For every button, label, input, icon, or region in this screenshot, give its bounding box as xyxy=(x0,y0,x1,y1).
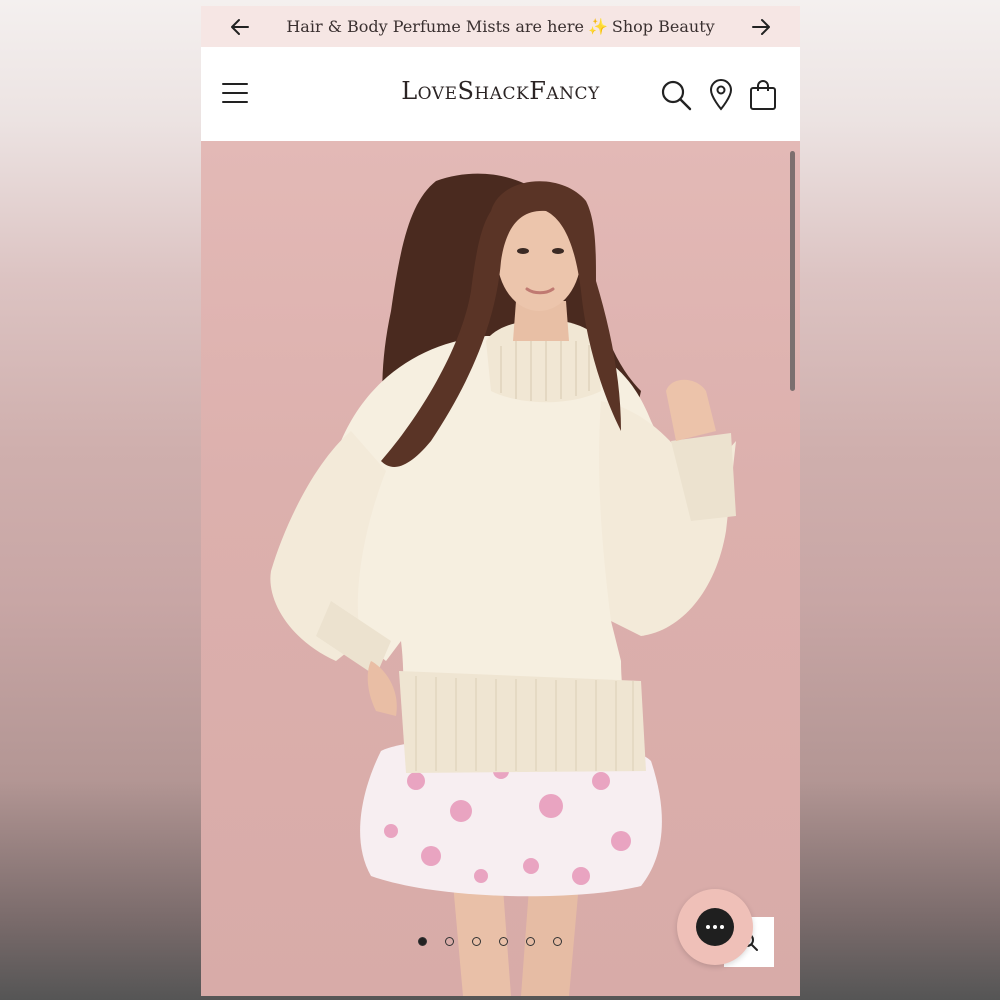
app-window: Hair & Body Perfume Mists are here ✨ Sho… xyxy=(201,6,800,996)
promo-prev-arrow-icon[interactable] xyxy=(227,14,253,40)
search-icon[interactable] xyxy=(659,77,693,113)
scrollbar[interactable] xyxy=(790,151,795,391)
carousel-pagination xyxy=(418,937,562,946)
promo-next-arrow-icon[interactable] xyxy=(748,14,774,40)
sparkle-icon: ✨ xyxy=(587,17,608,36)
carousel-dot-5[interactable] xyxy=(526,937,535,946)
promo-shop-link[interactable]: Shop Beauty xyxy=(612,17,715,36)
promo-banner: Hair & Body Perfume Mists are here ✨ Sho… xyxy=(201,6,800,47)
chat-bubble-icon xyxy=(696,908,734,946)
shopping-bag-icon[interactable] xyxy=(746,77,780,113)
carousel-dot-1[interactable] xyxy=(418,937,427,946)
carousel-dot-6[interactable] xyxy=(553,937,562,946)
chat-button[interactable] xyxy=(677,889,753,965)
promo-text: Hair & Body Perfume Mists are here xyxy=(286,17,584,36)
site-header: LoveShackFancy xyxy=(201,47,800,142)
carousel-dot-2[interactable] xyxy=(445,937,454,946)
store-locator-icon[interactable] xyxy=(704,77,738,113)
carousel-dot-4[interactable] xyxy=(499,937,508,946)
product-hero-image[interactable] xyxy=(201,141,800,996)
product-photo-illustration xyxy=(270,173,736,996)
carousel-dot-3[interactable] xyxy=(472,937,481,946)
